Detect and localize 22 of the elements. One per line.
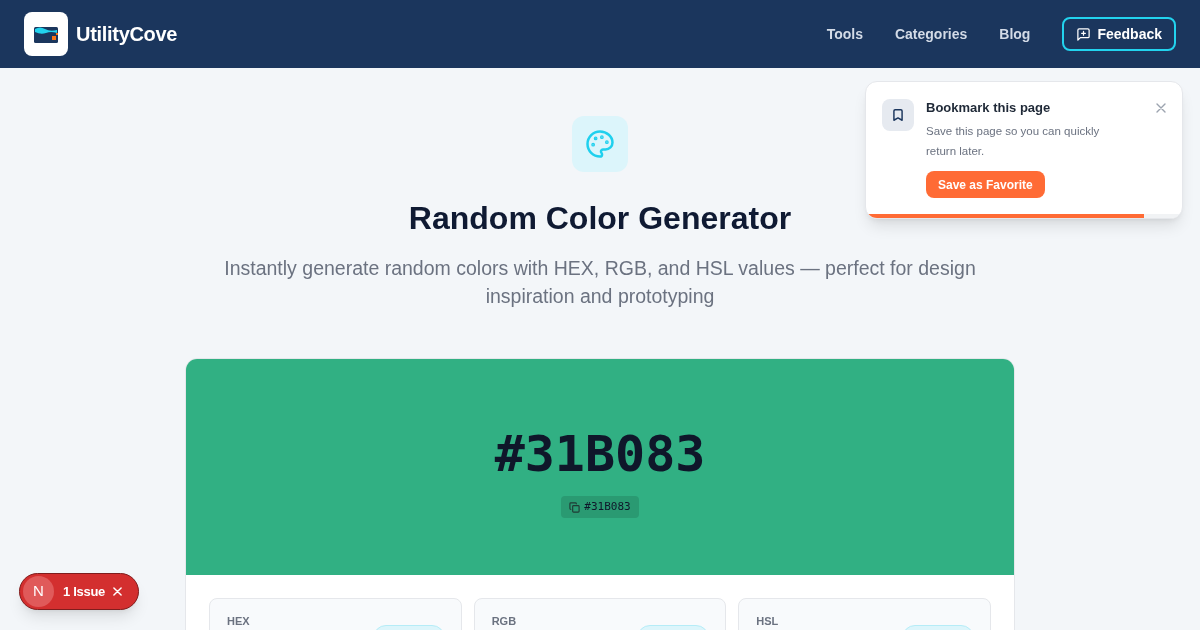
n-logo-badge: N xyxy=(23,576,54,607)
page-subtitle: Instantly generate random colors with HEX, RGB, and HSL values — perfect for design inspiration and prototyping xyxy=(223,256,977,309)
palette-icon xyxy=(572,116,628,172)
issues-count: 1 Issue xyxy=(63,582,105,601)
bookmark-icon xyxy=(882,99,914,131)
nav-link[interactable]: Categories xyxy=(894,23,968,45)
value-label: HEX xyxy=(227,615,250,627)
nav-link[interactable]: Tools xyxy=(826,23,863,45)
page-title: Random Color Generator xyxy=(408,199,792,238)
value-label: RGB xyxy=(491,615,517,627)
toast-message: Save this page so you can quickly return later. xyxy=(926,124,1101,159)
value-label: HSL xyxy=(756,615,779,627)
brand-name[interactable]: UtilityCove xyxy=(76,19,178,49)
hex-value: #31B083 xyxy=(494,424,706,484)
copy-chip[interactable]: #31B083 xyxy=(561,496,639,518)
nav-link[interactable]: Blog xyxy=(999,23,1031,45)
message-plus-icon xyxy=(1076,26,1092,42)
feedback-button[interactable]: Feedback xyxy=(1062,17,1176,51)
logo-icon[interactable] xyxy=(24,12,68,56)
toast-title: Bookmark this page xyxy=(926,99,1051,117)
issues-badge[interactable]: N 1 Issue xyxy=(19,573,139,610)
copy-icon xyxy=(569,501,581,513)
